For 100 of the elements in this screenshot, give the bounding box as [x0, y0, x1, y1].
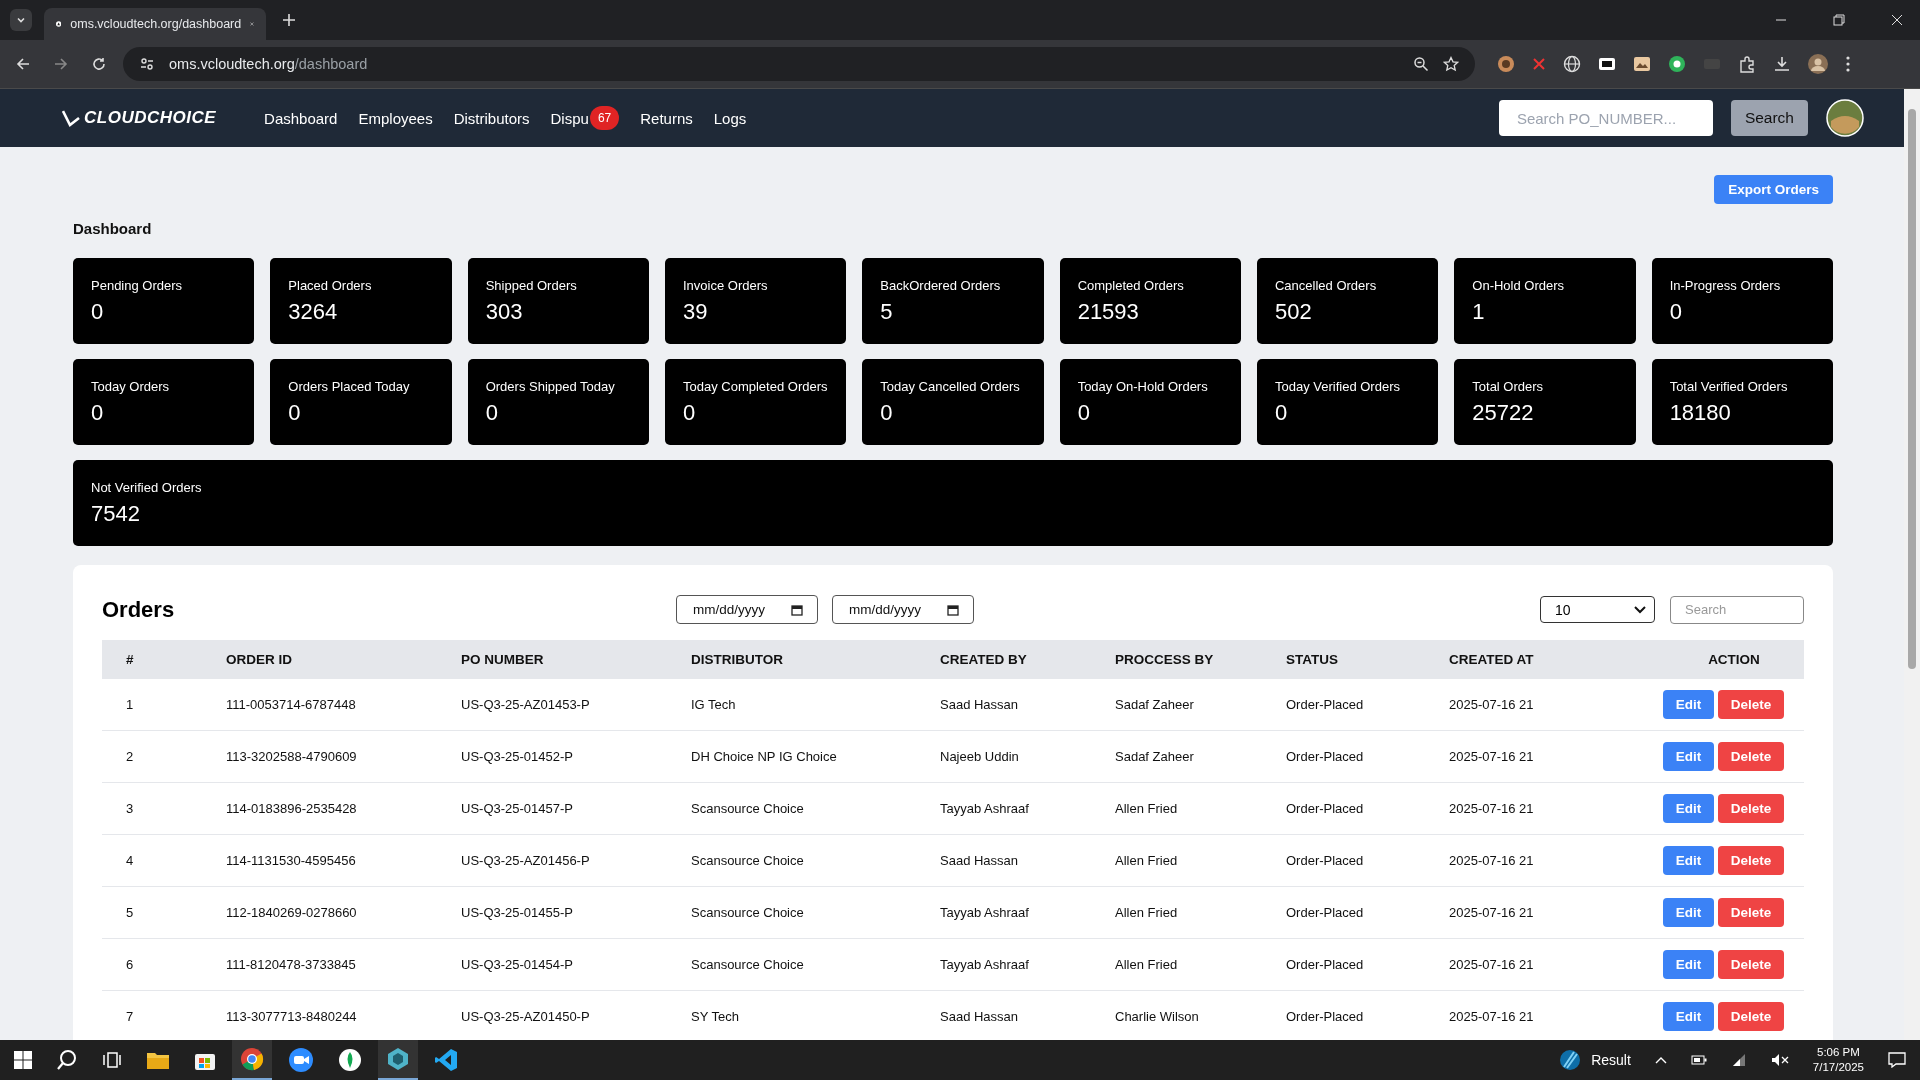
- table-cell: Scansource Choice: [667, 834, 916, 887]
- table-cell: Order-Placed: [1262, 938, 1425, 991]
- video-call-icon[interactable]: [288, 1047, 314, 1073]
- table-cell: Tayyab Ashraaf: [916, 782, 1091, 835]
- app-icon[interactable]: [386, 1047, 410, 1071]
- nav-link[interactable]: Logs: [713, 109, 747, 127]
- table-cell: Scansource Choice: [667, 782, 916, 835]
- nav-link[interactable]: Dispu: [550, 109, 589, 127]
- download-icon[interactable]: [1773, 55, 1791, 73]
- chevron-up-icon[interactable]: [1654, 1056, 1667, 1064]
- table-cell: 2025-07-16 21: [1425, 782, 1640, 835]
- stat-label: Shipped Orders: [485, 277, 578, 293]
- table-cell: 2025-07-16 21: [1425, 730, 1640, 783]
- muted-speaker-icon[interactable]: [1770, 1053, 1789, 1067]
- notification-icon[interactable]: [1888, 1052, 1906, 1068]
- nav-link[interactable]: Distributors: [453, 109, 530, 127]
- stat-value: 303: [485, 298, 524, 325]
- delete-button[interactable]: Delete: [1718, 794, 1784, 823]
- table-cell: IG Tech: [667, 679, 916, 731]
- stat-value: 1: [1472, 298, 1486, 325]
- logo-icon: [62, 109, 80, 127]
- avatar-icon[interactable]: [1826, 99, 1864, 137]
- nav-link[interactable]: Returns: [640, 109, 693, 127]
- stat-value: 3264: [288, 298, 339, 325]
- table-cell: Scansource Choice: [667, 886, 916, 939]
- orders-title: Orders: [102, 596, 176, 623]
- clock[interactable]: 5:06 PM 7/17/2025: [1812, 1045, 1864, 1075]
- zoom-icon[interactable]: [1413, 56, 1429, 72]
- browser-tab[interactable]: oms.vcloudtech.org/dashboard: [44, 8, 266, 40]
- stat-value: 0: [91, 399, 105, 426]
- edit-button[interactable]: Edit: [1663, 898, 1714, 927]
- stat-value: 7542: [91, 500, 141, 527]
- stat-label: Today Cancelled Orders: [880, 378, 1021, 394]
- search-icon[interactable]: [56, 1049, 78, 1071]
- weather-label[interactable]: Result: [1591, 1052, 1631, 1068]
- delete-button[interactable]: Delete: [1718, 950, 1784, 979]
- table-cell: 2025-07-16 21: [1425, 938, 1640, 991]
- globe-icon[interactable]: [1563, 55, 1581, 73]
- page-size-select[interactable]: 10: [1540, 596, 1655, 623]
- code-editor-icon[interactable]: [434, 1048, 458, 1072]
- stat-label: Today On-Hold Orders: [1077, 378, 1209, 394]
- tab-title: oms.vcloudtech.org/dashboard: [70, 17, 242, 31]
- new-tab-icon[interactable]: [282, 13, 296, 27]
- stat-label: Pending Orders: [91, 277, 184, 293]
- folder-icon[interactable]: [146, 1050, 170, 1070]
- delete-button[interactable]: Delete: [1718, 742, 1784, 771]
- table-cell: Saad Hassan: [916, 834, 1091, 887]
- table-cell: 114-1131530-4595456: [202, 834, 437, 887]
- edit-button[interactable]: Edit: [1663, 690, 1714, 719]
- chrome-icon[interactable]: [240, 1047, 264, 1071]
- table-cell: 1: [102, 679, 202, 731]
- avatar-icon[interactable]: [1808, 54, 1828, 74]
- edit-button[interactable]: Edit: [1663, 742, 1714, 771]
- table-cell: DH Choice NP IG Choice: [667, 730, 916, 783]
- delete-button[interactable]: Delete: [1718, 846, 1784, 875]
- edit-button[interactable]: Edit: [1663, 794, 1714, 823]
- star-icon[interactable]: [1443, 56, 1459, 72]
- stat-label: Orders Shipped Today: [485, 378, 616, 394]
- tab-search-icon[interactable]: [10, 9, 32, 31]
- stat-label: Invoice Orders: [683, 277, 769, 293]
- forward-icon[interactable]: [53, 56, 69, 72]
- nav-link[interactable]: Dashboard: [264, 109, 338, 127]
- calendar-icon[interactable]: [791, 603, 803, 616]
- export-orders-button[interactable]: Export Orders: [1714, 175, 1833, 204]
- edit-button[interactable]: Edit: [1663, 846, 1714, 875]
- search-field[interactable]: Search PO_NUMBER...: [1498, 100, 1713, 136]
- date-field[interactable]: mm/dd/yyyy: [676, 595, 818, 624]
- date-field[interactable]: mm/dd/yyyy: [832, 595, 974, 624]
- search-button[interactable]: Search: [1730, 100, 1808, 136]
- address-bar[interactable]: oms.vcloudtech.org/dashboard: [123, 47, 1475, 81]
- battery-icon[interactable]: [1690, 1055, 1707, 1065]
- dashboard-title: Dashboard: [73, 220, 153, 237]
- stat-label: In-Progress Orders: [1669, 277, 1782, 293]
- table-cell: US-Q3-25-01454-P: [437, 938, 667, 991]
- extension-icon[interactable]: [1598, 55, 1616, 73]
- puzzle-icon[interactable]: [1738, 55, 1756, 73]
- logo-text: CLOUDCHOICE: [84, 108, 217, 128]
- nav-link[interactable]: Employees: [358, 109, 433, 127]
- restore-icon[interactable]: [1833, 14, 1845, 26]
- search-field[interactable]: Search: [1670, 595, 1804, 624]
- more-icon[interactable]: [1845, 55, 1851, 73]
- edit-button[interactable]: Edit: [1663, 1002, 1714, 1031]
- delete-button[interactable]: Delete: [1718, 690, 1784, 719]
- table-cell: US-Q3-25-01457-P: [437, 782, 667, 835]
- cricket-icon[interactable]: [1559, 1049, 1582, 1071]
- delete-button[interactable]: Delete: [1718, 898, 1784, 927]
- reload-icon[interactable]: [91, 56, 107, 72]
- site-settings-icon[interactable]: [139, 56, 155, 72]
- extension-icon[interactable]: [1633, 55, 1651, 73]
- calendar-icon[interactable]: [947, 603, 959, 616]
- leaf-icon[interactable]: [338, 1048, 362, 1072]
- extension-icon[interactable]: [1668, 55, 1686, 73]
- edit-button[interactable]: Edit: [1663, 950, 1714, 979]
- windows-icon[interactable]: [14, 1051, 32, 1069]
- stat-label: Placed Orders: [288, 277, 373, 293]
- stat-value: 5: [880, 298, 894, 325]
- delete-button[interactable]: Delete: [1718, 1002, 1784, 1031]
- back-icon[interactable]: [15, 56, 31, 72]
- stat-label: Not Verified Orders: [91, 479, 203, 495]
- task-view-icon[interactable]: [102, 1051, 122, 1069]
